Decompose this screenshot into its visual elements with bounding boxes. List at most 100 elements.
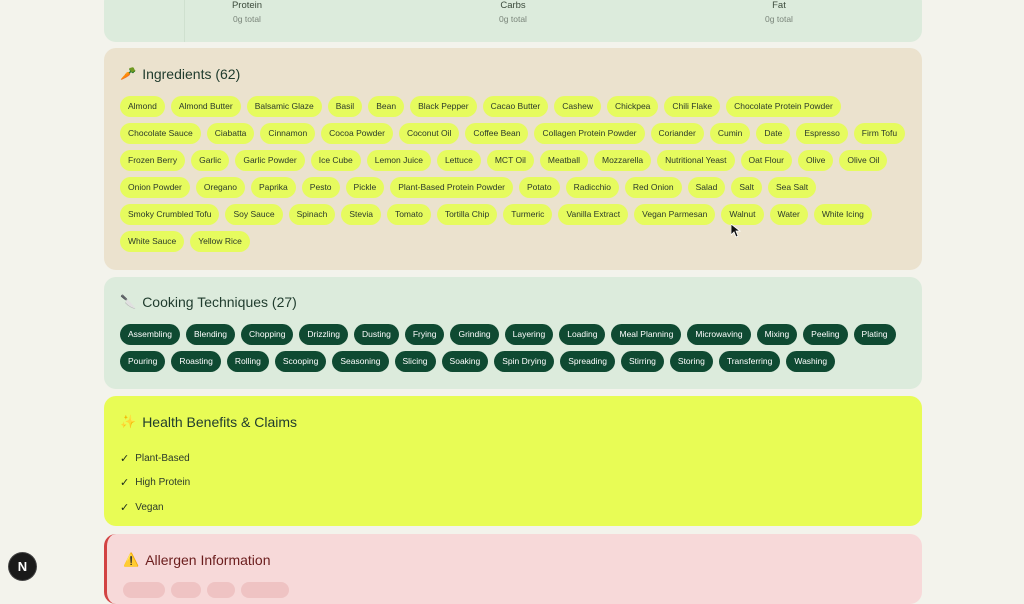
allergen-chip bbox=[241, 582, 289, 598]
ingredient-chip: Mozzarella bbox=[594, 150, 652, 171]
technique-chip: Soaking bbox=[441, 351, 489, 372]
macro-value: 0g total bbox=[765, 14, 793, 24]
ingredient-chip: Oregano bbox=[195, 177, 245, 198]
technique-chip: Spreading bbox=[560, 351, 615, 372]
ingredient-chip: Red Onion bbox=[624, 177, 682, 198]
technique-chip: Scooping bbox=[274, 351, 327, 372]
ingredient-chip: Sea Salt bbox=[767, 177, 817, 198]
ingredient-chip: Lemon Juice bbox=[366, 150, 431, 171]
allergen-chip bbox=[123, 582, 165, 598]
ingredient-chip: Paprika bbox=[250, 177, 296, 198]
ingredient-chip: Olive Oil bbox=[839, 150, 888, 171]
ingredient-chip: Vegan Parmesan bbox=[634, 204, 716, 225]
ingredients-title-text: Ingredients (62) bbox=[142, 66, 241, 82]
technique-chip: Washing bbox=[786, 351, 836, 372]
ingredient-chip: Chickpea bbox=[606, 96, 659, 117]
warning-icon: ⚠️ bbox=[123, 552, 140, 567]
ingredient-chip: Cashew bbox=[554, 96, 601, 117]
carrot-icon: 🥕 bbox=[120, 66, 137, 81]
health-claims-list: ✓ Plant-Based ✓ High Protein ✓ Vegan bbox=[120, 446, 190, 520]
macro-fat: Fat 0g total bbox=[709, 0, 849, 24]
technique-chip: Seasoning bbox=[332, 351, 389, 372]
macro-value: 0g total bbox=[233, 14, 261, 24]
techniques-chip-list: Assembling Blending Chopping Drizzling Dusti… bbox=[120, 324, 906, 372]
ingredient-chip: Cocoa Powder bbox=[321, 123, 393, 144]
mouse-cursor-icon bbox=[731, 224, 741, 238]
technique-chip: Storing bbox=[669, 351, 713, 372]
ingredient-chip: Water bbox=[769, 204, 808, 225]
claim-text: Plant-Based bbox=[135, 452, 190, 464]
ingredient-chip: Chili Flake bbox=[664, 96, 721, 117]
ingredient-chip: Ciabatta bbox=[206, 123, 255, 144]
ingredient-chip: Balsamic Glaze bbox=[246, 96, 322, 117]
check-icon: ✓ bbox=[120, 501, 130, 514]
technique-chip: Mixing bbox=[756, 324, 798, 345]
allergen-title: ⚠️ Allergen Information bbox=[123, 552, 270, 568]
ingredients-card: 🥕 Ingredients (62) Almond Almond Butter Ba… bbox=[104, 48, 922, 270]
ingredient-chip: Coriander bbox=[650, 123, 704, 144]
technique-chip: Microwaving bbox=[687, 324, 751, 345]
allergen-chip bbox=[171, 582, 201, 598]
ingredient-chip: Coconut Oil bbox=[398, 123, 460, 144]
ingredient-chip: Almond bbox=[120, 96, 165, 117]
technique-chip: Slicing bbox=[394, 351, 436, 372]
ingredient-chip: Cumin bbox=[709, 123, 751, 144]
technique-chip: Stirring bbox=[620, 351, 664, 372]
technique-chip: Assembling bbox=[120, 324, 180, 345]
health-benefits-card: ✨ Health Benefits & Claims ✓ Plant-Based… bbox=[104, 396, 922, 526]
allergen-chip bbox=[207, 582, 235, 598]
ingredient-chip: Potato bbox=[519, 177, 560, 198]
ingredient-chip: Chocolate Sauce bbox=[120, 123, 201, 144]
ingredient-chip: Ice Cube bbox=[310, 150, 361, 171]
ingredient-chip: Pickle bbox=[345, 177, 385, 198]
ingredient-chip: Cinnamon bbox=[260, 123, 316, 144]
ingredient-chip: Tortilla Chip bbox=[436, 204, 498, 225]
technique-chip: Transferring bbox=[718, 351, 781, 372]
check-icon: ✓ bbox=[120, 452, 130, 465]
technique-chip: Peeling bbox=[803, 324, 848, 345]
health-title-text: Health Benefits & Claims bbox=[142, 414, 298, 430]
ingredient-chip: Coffee Bean bbox=[465, 123, 529, 144]
ingredient-chip: White Sauce bbox=[120, 231, 185, 252]
ingredient-chip: Garlic Powder bbox=[235, 150, 305, 171]
ingredient-chip: Vanilla Extract bbox=[558, 204, 629, 225]
ingredient-chip: Garlic bbox=[191, 150, 230, 171]
macro-protein: Protein 0g total bbox=[177, 0, 317, 24]
techniques-title-text: Cooking Techniques (27) bbox=[142, 294, 297, 310]
macro-carbs: Carbs 0g total bbox=[443, 0, 583, 24]
ingredient-chip: Radicchio bbox=[565, 177, 619, 198]
technique-chip: Rolling bbox=[226, 351, 269, 372]
ingredient-chip: Frozen Berry bbox=[120, 150, 186, 171]
macro-label: Fat bbox=[772, 0, 786, 11]
ingredient-chip: Chocolate Protein Powder bbox=[726, 96, 841, 117]
macro-label: Protein bbox=[231, 0, 263, 11]
ingredient-chip: Pesto bbox=[301, 177, 340, 198]
allergen-chip-list bbox=[123, 582, 289, 598]
ingredient-chip: Walnut bbox=[721, 204, 764, 225]
ingredient-chip: Olive bbox=[797, 150, 834, 171]
ingredient-chip: Turmeric bbox=[503, 204, 553, 225]
ingredient-chip: Basil bbox=[327, 96, 363, 117]
macro-value: 0g total bbox=[499, 14, 527, 24]
techniques-title: 🔪 Cooking Techniques (27) bbox=[120, 294, 297, 310]
ingredients-title: 🥕 Ingredients (62) bbox=[120, 66, 240, 82]
technique-chip: Spin Drying bbox=[494, 351, 555, 372]
technique-chip: Plating bbox=[853, 324, 896, 345]
sparkles-icon: ✨ bbox=[120, 414, 137, 429]
technique-chip: Drizzling bbox=[299, 324, 349, 345]
ingredient-chip: Nutritional Yeast bbox=[657, 150, 735, 171]
ingredient-chip: Cacao Butter bbox=[482, 96, 549, 117]
allergen-card: ⚠️ Allergen Information bbox=[104, 534, 922, 604]
ingredient-chip: Date bbox=[756, 123, 791, 144]
ingredient-chip: Salt bbox=[731, 177, 762, 198]
technique-chip: Roasting bbox=[171, 351, 221, 372]
ingredient-chip: Spinach bbox=[288, 204, 336, 225]
claim-item: ✓ Vegan bbox=[120, 495, 190, 520]
technique-chip: Dusting bbox=[354, 324, 399, 345]
macro-label: Carbs bbox=[500, 0, 526, 11]
ingredient-chip: Meatball bbox=[539, 150, 588, 171]
ingredient-chip: Tomato bbox=[386, 204, 431, 225]
claim-item: ✓ High Protein bbox=[120, 471, 190, 496]
ingredient-chip: Yellow Rice bbox=[190, 231, 250, 252]
nextjs-dev-badge[interactable]: N bbox=[9, 553, 36, 580]
